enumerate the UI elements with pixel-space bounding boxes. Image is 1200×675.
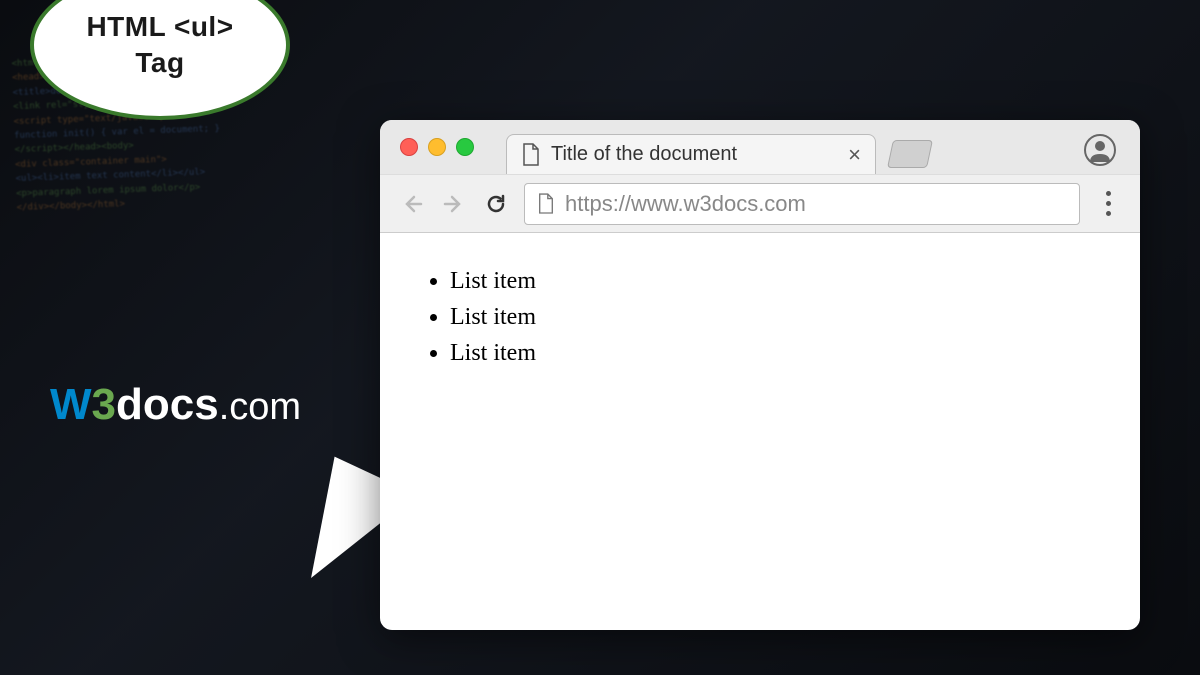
maximize-window-button[interactable]	[456, 138, 474, 156]
logo-docs: docs	[116, 380, 219, 429]
list-item: List item	[450, 299, 1100, 335]
url-text: https://www.w3docs.com	[565, 191, 1067, 217]
tab-bar: Title of the document ×	[380, 120, 1140, 174]
unordered-list: List item List item List item	[420, 263, 1100, 371]
page-content: List item List item List item	[380, 233, 1140, 401]
more-menu-button[interactable]	[1094, 191, 1122, 216]
new-tab-button[interactable]	[887, 140, 933, 168]
address-bar-row: https://www.w3docs.com	[380, 174, 1140, 232]
file-icon	[537, 193, 555, 215]
account-icon[interactable]	[1084, 134, 1116, 166]
list-item: List item	[450, 335, 1100, 371]
browser-tab[interactable]: Title of the document ×	[506, 134, 876, 174]
file-icon	[521, 143, 541, 167]
w3docs-logo: W3docs.com	[50, 380, 301, 430]
logo-w: W	[50, 380, 92, 429]
logo-3: 3	[92, 380, 116, 429]
logo-com: .com	[219, 386, 301, 428]
reload-button[interactable]	[482, 190, 510, 218]
forward-button[interactable]	[440, 190, 468, 218]
tab-title: Title of the document	[551, 143, 838, 166]
browser-window: Title of the document × https://www.w3do…	[380, 120, 1140, 630]
url-bar[interactable]: https://www.w3docs.com	[524, 183, 1080, 225]
minimize-window-button[interactable]	[428, 138, 446, 156]
badge-title-line2: Tag	[135, 45, 184, 81]
back-button[interactable]	[398, 190, 426, 218]
badge-title-line1: HTML <ul>	[86, 9, 233, 45]
close-tab-icon[interactable]: ×	[848, 144, 861, 166]
window-controls	[400, 138, 474, 156]
close-window-button[interactable]	[400, 138, 418, 156]
list-item: List item	[450, 263, 1100, 299]
browser-chrome: Title of the document × https://www.w3do…	[380, 120, 1140, 233]
